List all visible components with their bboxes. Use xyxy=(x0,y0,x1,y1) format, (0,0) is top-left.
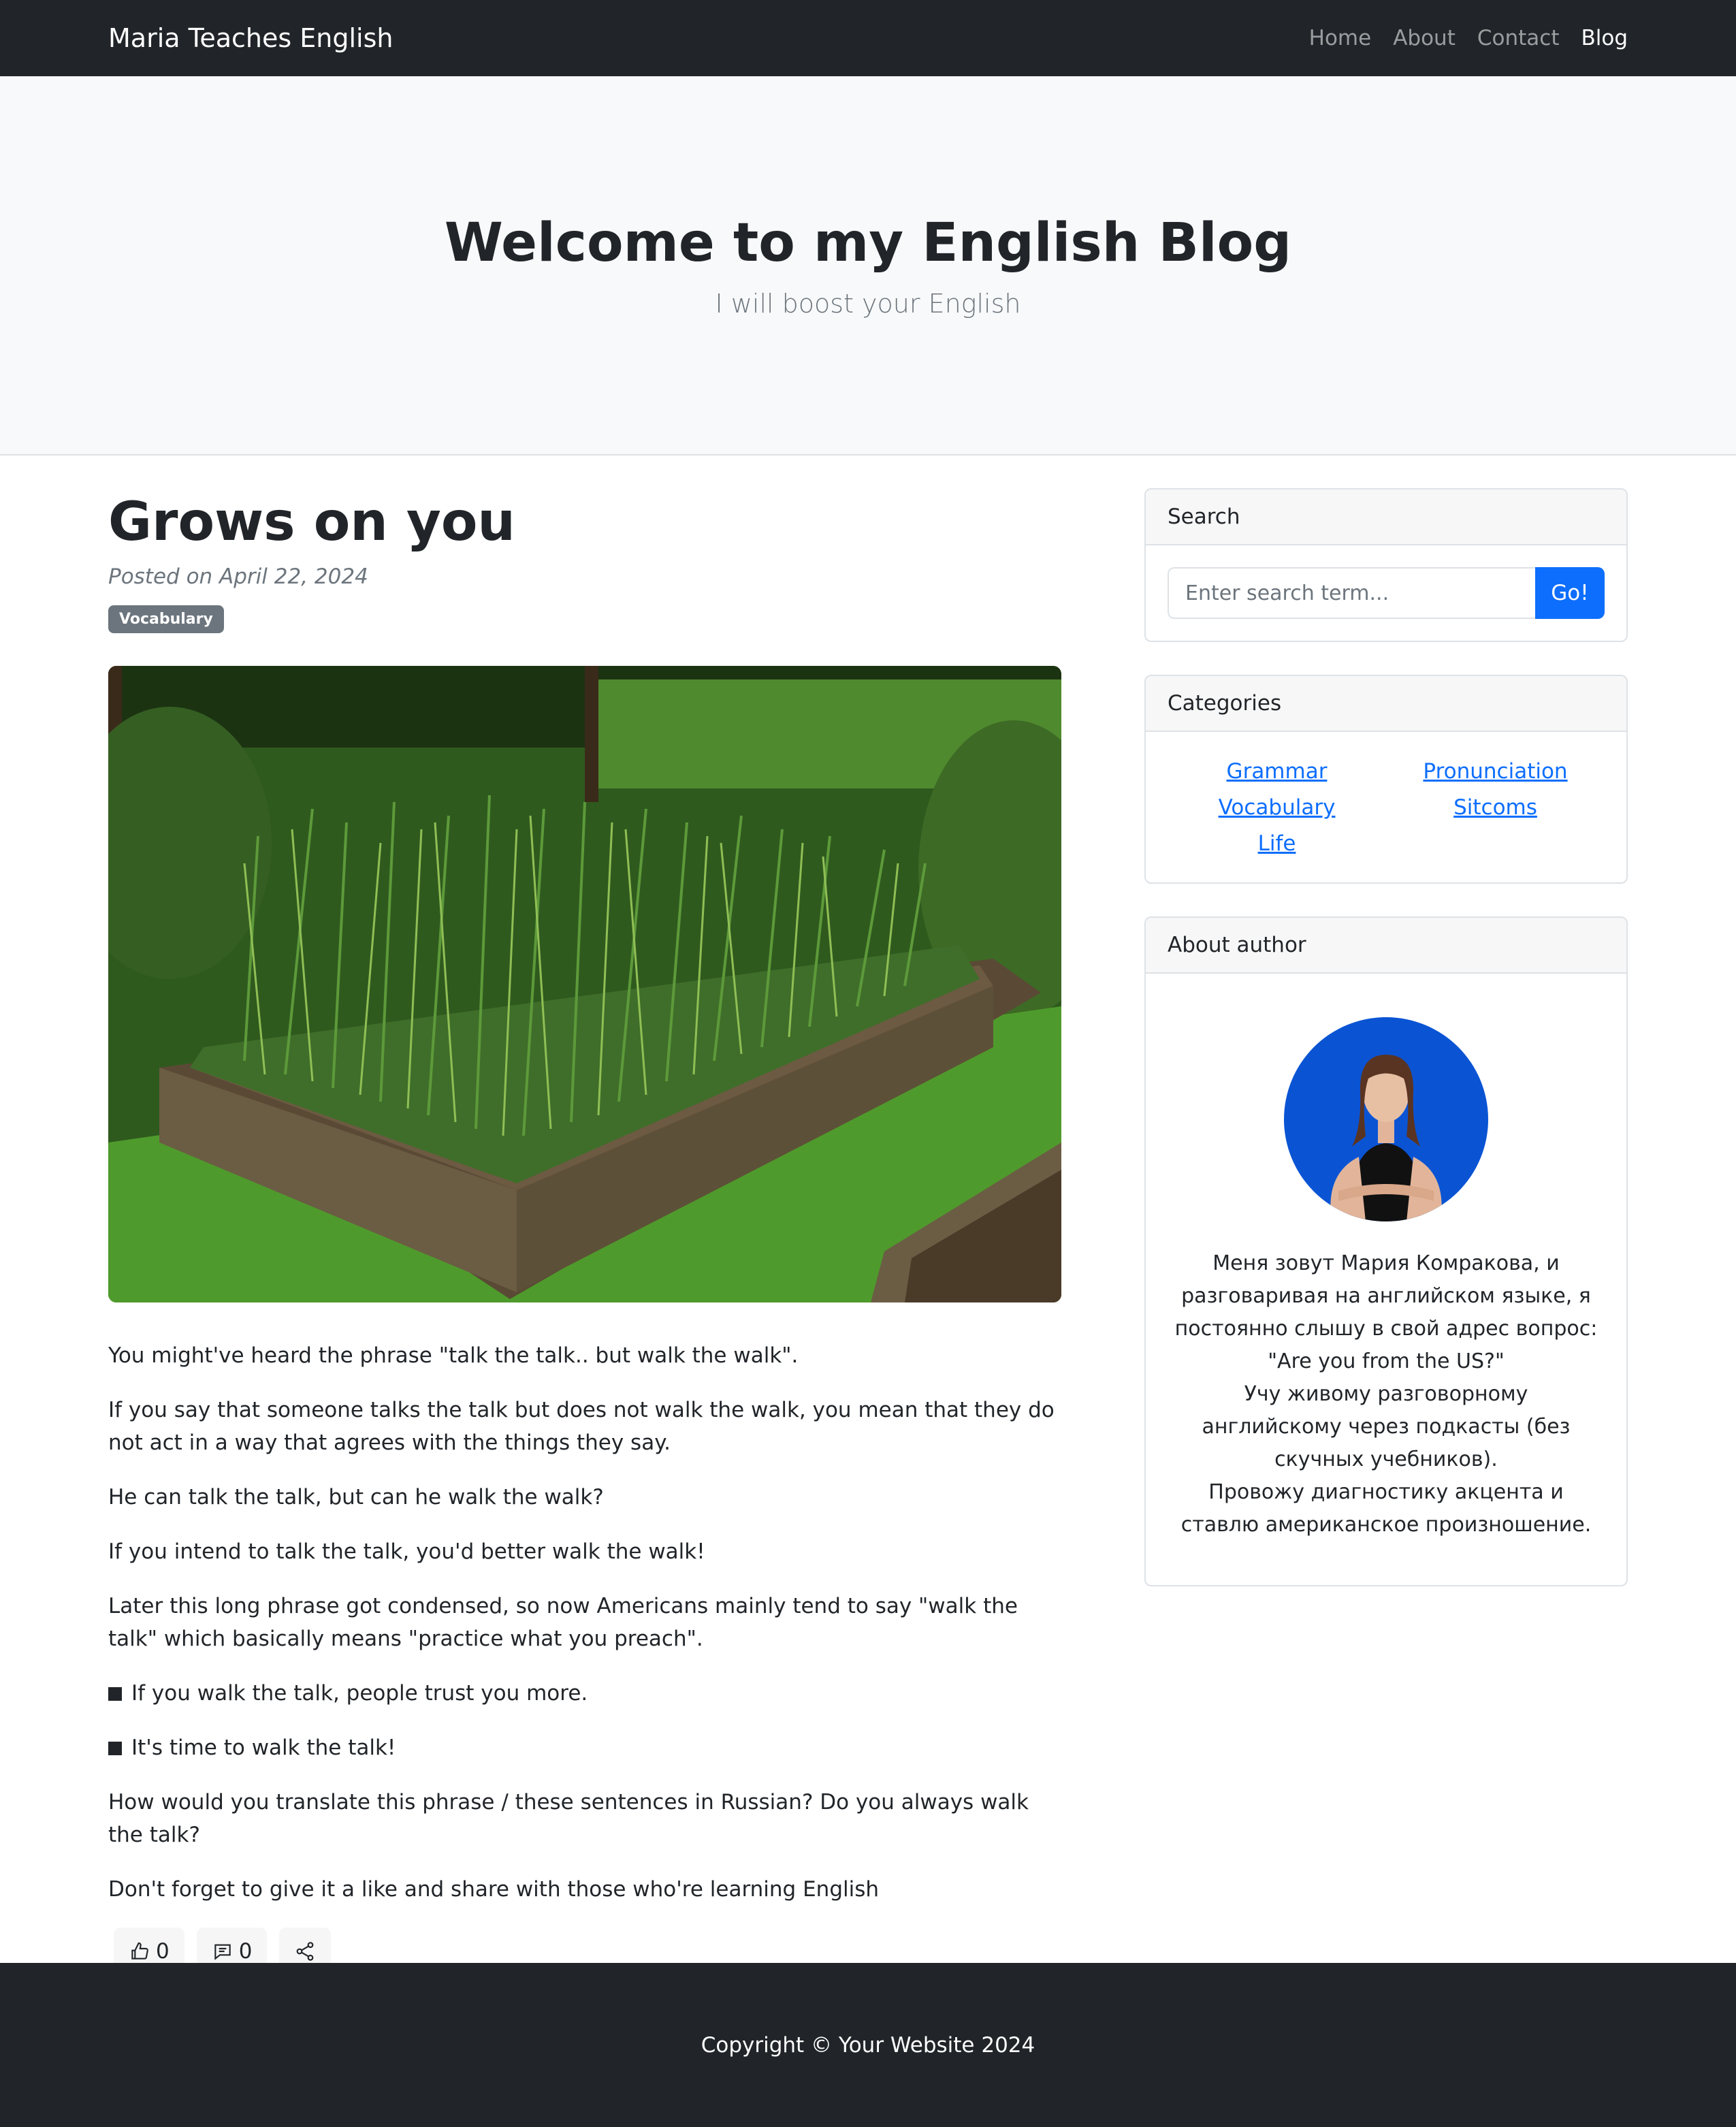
search-input[interactable] xyxy=(1168,567,1535,619)
category-link-pronunciation[interactable]: Pronunciation xyxy=(1423,759,1567,784)
about-author-card: About author Меня зовут Мария Комракова,… xyxy=(1144,916,1628,1586)
nav-link-about[interactable]: About xyxy=(1393,26,1456,50)
post-paragraph: How would you translate this phrase / th… xyxy=(108,1789,1029,1847)
author-bio: Меня зовут Мария Комракова, и разговарив… xyxy=(1174,1251,1598,1537)
comment-icon xyxy=(214,1944,231,1960)
nav-links: Home About Contact Blog xyxy=(1309,26,1628,50)
like-count: 0 xyxy=(156,1938,170,1964)
about-card-header: About author xyxy=(1146,918,1626,974)
search-card: Search Go! xyxy=(1144,488,1628,642)
share-icon xyxy=(297,1942,314,1961)
categories-card-header: Categories xyxy=(1146,676,1626,732)
search-go-button[interactable]: Go! xyxy=(1535,567,1605,619)
hero-title: Welcome to my English Blog xyxy=(444,212,1292,274)
category-link-life[interactable]: Life xyxy=(1258,831,1296,856)
post-paragraph: Later this long phrase got condensed, so… xyxy=(108,1593,1018,1651)
category-badge[interactable]: Vocabulary xyxy=(108,605,224,633)
post-bullet: If you walk the talk, people trust you m… xyxy=(108,1677,1061,1710)
author-avatar xyxy=(1284,1017,1488,1221)
blog-post: Grows on you Posted on April 22, 2024 Vo… xyxy=(108,455,1061,1975)
categories-card: Categories Grammar Vocabulary Life Pronu… xyxy=(1144,675,1628,884)
categories-left-column: Grammar Vocabulary Life xyxy=(1168,755,1386,863)
nav-link-blog[interactable]: Blog xyxy=(1581,26,1628,50)
post-paragraph: He can talk the talk, but can he walk th… xyxy=(108,1484,604,1509)
search-card-body: Go! xyxy=(1146,545,1626,641)
page-container: Grows on you Posted on April 22, 2024 Vo… xyxy=(0,455,1736,1975)
category-link-vocabulary[interactable]: Vocabulary xyxy=(1219,795,1336,820)
post-bullet: It's time to walk the talk! xyxy=(108,1731,1061,1764)
nav-link-contact[interactable]: Contact xyxy=(1477,26,1560,50)
post-date: Posted on April 22, 2024 xyxy=(108,564,368,589)
comment-count: 0 xyxy=(238,1938,253,1964)
page-footer: Copyright © Your Website 2024 xyxy=(0,1963,1736,2127)
post-body: You might've heard the phrase "talk the … xyxy=(108,1339,1061,1906)
categories-list: Grammar Vocabulary Life Pronunciation Si… xyxy=(1146,732,1626,882)
navbar: Maria Teaches English Home About Contact… xyxy=(0,0,1736,76)
post-paragraph: You might've heard the phrase "talk the … xyxy=(108,1343,799,1368)
sidebar: Search Go! Categories Grammar Vocabulary… xyxy=(1144,455,1628,1975)
hero-header: Welcome to my English Blog I will boost … xyxy=(0,76,1736,455)
post-title: Grows on you xyxy=(108,492,515,553)
post-paragraph: Don't forget to give it a like and share… xyxy=(108,1876,880,1902)
garden-bed-image xyxy=(108,665,1061,1302)
about-card-body: Меня зовут Мария Комракова, и разговарив… xyxy=(1146,974,1626,1585)
thumbs-up-icon xyxy=(131,1942,148,1960)
nav-link-home[interactable]: Home xyxy=(1309,26,1372,50)
category-link-grammar[interactable]: Grammar xyxy=(1227,759,1328,784)
post-paragraph: If you intend to talk the talk, you'd be… xyxy=(108,1539,705,1564)
category-link-sitcoms[interactable]: Sitcoms xyxy=(1453,795,1537,820)
hero-subtitle: I will boost your English xyxy=(715,288,1021,319)
site-brand[interactable]: Maria Teaches English xyxy=(108,23,393,53)
post-paragraph: If you say that someone talks the talk b… xyxy=(108,1397,1055,1455)
footer-copyright: Copyright © Your Website 2024 xyxy=(701,2032,1035,2058)
search-card-header: Search xyxy=(1146,490,1626,545)
search-group: Go! xyxy=(1168,567,1605,619)
categories-right-column: Pronunciation Sitcoms xyxy=(1386,755,1605,863)
